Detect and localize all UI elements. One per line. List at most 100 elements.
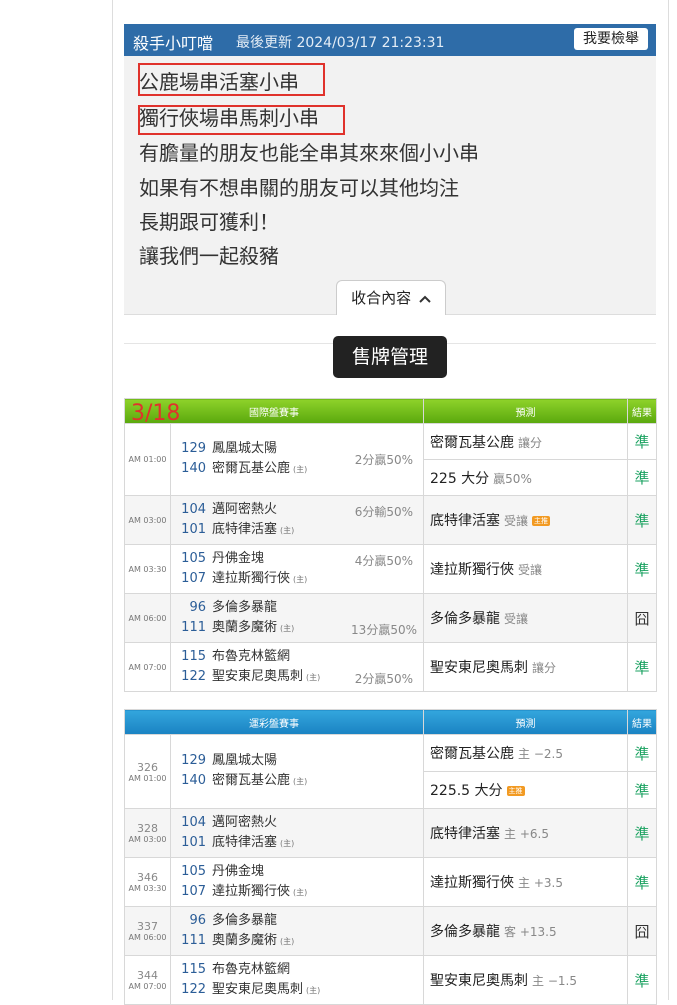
away-team: 鳳凰城太陽 xyxy=(212,441,278,456)
home-team: 聖安東尼奧馬刺 xyxy=(212,668,304,684)
home-tag: (主) xyxy=(293,465,308,474)
game-teams[interactable]: 104 邁阿密熱火 101 底特律活塞 (主) xyxy=(170,808,424,858)
header-label: 國際盤賽事 xyxy=(249,407,299,419)
game-id: 337 xyxy=(137,920,158,933)
team-number: 129 xyxy=(181,441,206,456)
team-number: 104 xyxy=(181,501,206,517)
table-row: 337 AM 06:00 96 多倫多暴龍 111 奧蘭多魔術 (主) 多倫多暴龍客 +… xyxy=(124,906,657,956)
spread-result: 4分贏50% xyxy=(354,554,413,568)
team-number: 122 xyxy=(181,668,206,684)
featured-badge: 主推 xyxy=(532,516,551,526)
team-number: 107 xyxy=(181,570,206,586)
pick-sub: 主 +3.5 xyxy=(518,876,563,890)
game-teams[interactable]: 96 多倫多暴龍 111 奧蘭多魔術 (主) 13分贏50% xyxy=(170,593,424,643)
header-prediction: 預測 xyxy=(423,709,628,735)
table-row: 326 AM 01:00 129 鳳凰城太陽 140 密爾瓦基公鹿 (主) 密爾瓦基公鹿… xyxy=(124,734,657,809)
game-id: 344 xyxy=(137,969,158,982)
pick-sub: 贏50% xyxy=(493,471,532,486)
prediction: 底特律活塞主 +6.5 xyxy=(423,808,628,858)
pick-text: 多倫多暴龍 xyxy=(430,611,500,627)
post-header: 殺手小叮噹 最後更新 2024/03/17 21:23:31 我要檢舉 xyxy=(124,24,656,56)
table-row: AM 07:00 115 布魯克林籃網 122 聖安東尼奧馬刺 (主) 2分贏50% 聖… xyxy=(124,642,657,692)
prediction: 密爾瓦基公鹿主 −2.5 xyxy=(423,734,628,772)
game-time: AM 03:30 xyxy=(128,884,167,893)
post-body: 公鹿場串活塞小串 獨行俠場串馬刺小串 有膽量的朋友也能全串其來來個小小串 如果有… xyxy=(124,56,656,315)
pick-text: 聖安東尼奧馬刺 xyxy=(430,660,528,676)
away-team: 邁阿密熱火 xyxy=(212,501,278,517)
away-team: 鳳凰城太陽 xyxy=(212,753,278,768)
team-number: 115 xyxy=(181,648,206,664)
date-tag: 3/18 xyxy=(131,401,181,426)
pick-sub: 主 −1.5 xyxy=(532,974,577,988)
header-intl-games: 3/18 國際盤賽事 xyxy=(124,398,424,426)
prediction: 底特律活塞 受讓 主推 xyxy=(423,495,628,545)
away-team: 丹佛金塊 xyxy=(212,550,265,566)
result: 囧 xyxy=(627,906,657,956)
game-id: 346 xyxy=(137,871,158,884)
home-team: 密爾瓦基公鹿 xyxy=(212,773,291,788)
game-time-cell: 328 AM 03:00 xyxy=(124,808,171,858)
team-number: 111 xyxy=(181,932,206,948)
author-name[interactable]: 殺手小叮噹 xyxy=(133,30,213,54)
game-time: AM 03:00 xyxy=(124,495,171,545)
sell-management-button[interactable]: 售牌管理 xyxy=(333,336,447,378)
game-teams[interactable]: 105 丹佛金塊 107 達拉斯獨行俠 (主) xyxy=(170,857,424,907)
home-tag: (主) xyxy=(280,936,295,946)
game-time: AM 03:30 xyxy=(124,544,171,594)
away-team: 多倫多暴龍 xyxy=(212,599,278,615)
game-teams[interactable]: 115 布魯克林籃網 122 聖安東尼奧馬刺 (主) xyxy=(170,955,424,1005)
game-time: AM 07:00 xyxy=(124,642,171,692)
away-team: 邁阿密熱火 xyxy=(212,814,278,830)
header-prediction: 預測 xyxy=(423,398,628,424)
game-time: AM 01:00 xyxy=(124,423,171,496)
chevron-up-icon xyxy=(419,295,431,303)
result: 準 xyxy=(627,495,657,545)
game-teams[interactable]: 96 多倫多暴龍 111 奧蘭多魔術 (主) xyxy=(170,906,424,956)
home-team: 底特律活塞 xyxy=(212,834,278,850)
pick-text: 密爾瓦基公鹿 xyxy=(430,434,514,451)
pick-text: 聖安東尼奧馬刺 xyxy=(430,973,528,989)
game-time-cell: 326 AM 01:00 xyxy=(124,734,171,809)
team-number: 140 xyxy=(181,461,206,476)
spread-result: 6分輸50% xyxy=(354,505,413,519)
report-button[interactable]: 我要檢舉 xyxy=(574,28,648,50)
prediction: 多倫多暴龍客 +13.5 xyxy=(423,906,628,956)
page-border-right xyxy=(668,0,669,1000)
collapse-label: 收合內容 xyxy=(351,289,412,307)
header-result: 結果 xyxy=(627,709,657,735)
pick-text: 密爾瓦基公鹿 xyxy=(430,746,514,762)
lottery-games-table: 運彩盤賽事 預測 結果 326 AM 01:00 129 鳳凰城太陽 140 密爾瓦基… xyxy=(124,709,657,1005)
game-id: 328 xyxy=(137,822,158,835)
table-header: 運彩盤賽事 預測 結果 xyxy=(124,709,657,735)
home-tag: (主) xyxy=(306,672,321,682)
post-line: 讓我們一起殺豬 xyxy=(139,244,279,268)
game-time: AM 07:00 xyxy=(128,982,167,991)
home-tag: (主) xyxy=(293,574,308,584)
home-tag: (主) xyxy=(280,623,295,633)
pick-sub: 讓分 xyxy=(518,435,543,450)
game-teams[interactable]: 129 鳳凰城太陽 140 密爾瓦基公鹿 (主) xyxy=(170,734,424,809)
pick-sub: 客 +13.5 xyxy=(504,925,557,939)
last-updated: 最後更新 2024/03/17 21:23:31 xyxy=(236,35,445,51)
team-number: 96 xyxy=(189,599,206,615)
collapse-content-button[interactable]: 收合內容 xyxy=(336,280,446,315)
highlight-box xyxy=(138,63,325,96)
page-border-left xyxy=(112,0,113,1000)
pick-text: 達拉斯獨行俠 xyxy=(430,875,514,891)
spread-result: 2分贏50% xyxy=(354,453,413,467)
home-team: 聖安東尼奧馬刺 xyxy=(212,981,304,997)
game-time: AM 06:00 xyxy=(128,933,167,942)
result: 準 xyxy=(627,423,657,460)
team-number: 96 xyxy=(189,912,206,928)
game-teams[interactable]: 104 邁阿密熱火 6分輸50% 101 底特律活塞 (主) xyxy=(170,495,424,545)
pick-text: 達拉斯獨行俠 xyxy=(430,562,514,578)
table-row: AM 03:00 104 邁阿密熱火 6分輸50% 101 底特律活塞 (主) 底特律活… xyxy=(124,495,657,545)
home-team: 奧蘭多魔術 xyxy=(212,932,278,948)
game-teams[interactable]: 115 布魯克林籃網 122 聖安東尼奧馬刺 (主) 2分贏50% xyxy=(170,642,424,692)
game-teams[interactable]: 105 丹佛金塊 4分贏50% 107 達拉斯獨行俠 (主) xyxy=(170,544,424,594)
result: 準 xyxy=(627,459,657,496)
game-time-cell: 337 AM 06:00 xyxy=(124,906,171,956)
game-teams[interactable]: 129 鳳凰城太陽 140 密爾瓦基公鹿 (主) 2分贏50% xyxy=(170,423,424,496)
post-line: 如果有不想串關的朋友可以其他均注 xyxy=(139,176,459,200)
home-team: 奧蘭多魔術 xyxy=(212,619,278,635)
